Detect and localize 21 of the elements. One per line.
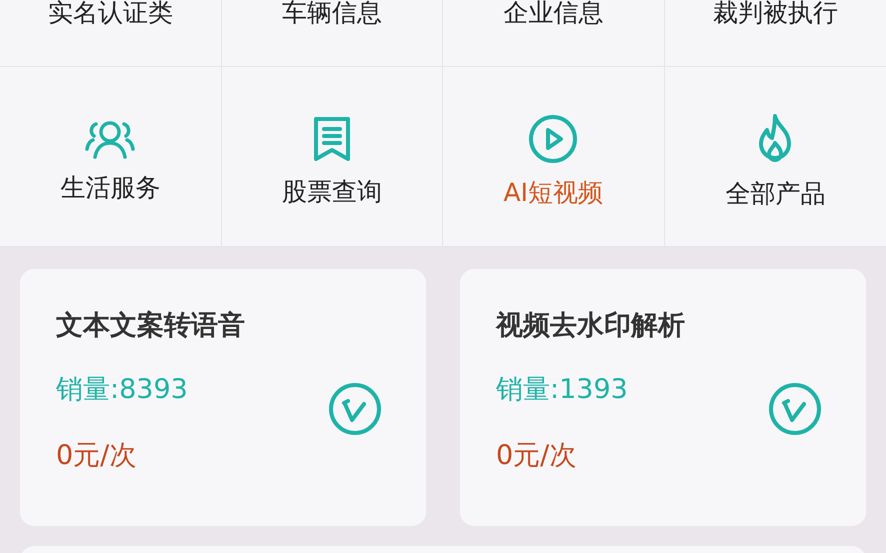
product-card[interactable]: 视频去水印解析 销量:1393 0元/次 [460,269,866,526]
category-item[interactable]: 生活服务 [60,172,160,202]
category-item[interactable]: 股票查询 [282,176,382,206]
product-price: 0元/次 [56,439,138,473]
product-price: 0元/次 [496,439,578,473]
v-circle-icon [768,382,822,436]
category-item[interactable]: 企业信息 [503,0,604,26]
sales-count: 销量:1393 [496,373,629,407]
category-item[interactable]: 车辆信息 [282,0,382,26]
product-card[interactable]: 文本文案转语音 销量:8393 0元/次 [20,269,426,526]
bookmark-icon [312,114,352,162]
people-icon [84,118,136,158]
product-title: 视频去水印解析 [496,309,686,343]
v-circle-icon [328,382,382,436]
category-item[interactable]: 实名认证类 [48,0,173,26]
category-item[interactable]: 全部产品 [725,178,826,208]
play-icon [528,114,578,164]
category-item[interactable]: 裁判被执行 [712,0,838,26]
category-item[interactable]: AI短视频 [504,178,603,208]
product-title: 文本文案转语音 [56,309,246,343]
sales-count: 销量:8393 [56,373,189,407]
